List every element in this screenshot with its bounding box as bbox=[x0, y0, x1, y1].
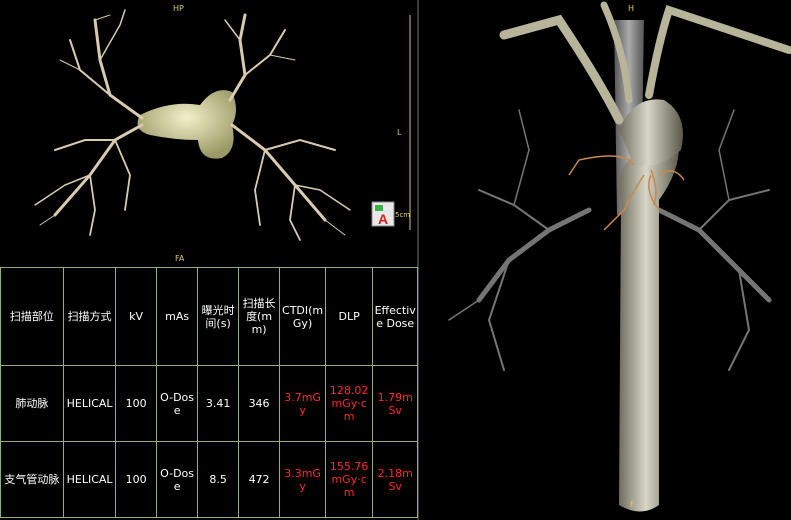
header-mas: mAs bbox=[155, 267, 199, 366]
cell-kv: 100 bbox=[115, 441, 157, 518]
background-lung-vessels bbox=[448, 109, 772, 371]
aorta-render bbox=[448, 1, 791, 512]
scale-label: 5cm bbox=[395, 211, 411, 219]
left-lung-branches bbox=[34, 9, 144, 236]
header-dlp: DLP bbox=[324, 267, 374, 366]
cell-scan-region: 支气管动脉 bbox=[0, 441, 64, 518]
right-lung-branches bbox=[224, 13, 351, 241]
table-header-row: 扫描部位 扫描方式 kV mAs 曝光时间(s) 扫描长度(mm) CTDI(m… bbox=[0, 267, 418, 366]
header-effective-dose: Effective Dose bbox=[372, 267, 418, 366]
header-scan-length: 扫描长度(mm) bbox=[237, 267, 281, 366]
pulmonary-trunk bbox=[137, 90, 236, 159]
cell-scan-mode: HELICAL bbox=[62, 365, 117, 442]
table-row: 支气管动脉 HELICAL 100 O-Dose 8.5 472 3.3mGy … bbox=[0, 441, 418, 518]
dose-report-table: 扫描部位 扫描方式 kV mAs 曝光时间(s) 扫描长度(mm) CTDI(m… bbox=[0, 267, 418, 518]
cell-kv: 100 bbox=[115, 365, 157, 442]
cell-dlp: 128.02mGy·cm bbox=[324, 365, 374, 442]
aorta-3d-viewport[interactable]: H F bbox=[419, 0, 791, 518]
svg-text:A: A bbox=[378, 211, 388, 227]
cell-effective-dose: 2.18mSv bbox=[372, 441, 418, 518]
cell-effective-dose: 1.79mSv bbox=[372, 365, 418, 442]
table-row: 肺动脉 HELICAL 100 O-Dose 3.41 346 3.7mGy 1… bbox=[0, 365, 418, 442]
orientation-label-top: HP bbox=[173, 4, 184, 13]
cell-scan-length: 472 bbox=[237, 441, 281, 518]
cell-exposure-time: 8.5 bbox=[197, 441, 239, 518]
cell-scan-region: 肺动脉 bbox=[0, 365, 64, 442]
dose-report-table-container: 扫描部位 扫描方式 kV mAs 曝光时间(s) 扫描长度(mm) CTDI(m… bbox=[0, 267, 419, 520]
cell-exposure-time: 3.41 bbox=[197, 365, 239, 442]
header-kv: kV bbox=[115, 267, 157, 366]
header-scan-region: 扫描部位 bbox=[0, 267, 64, 366]
orientation-label-top: H bbox=[628, 4, 635, 13]
orientation-label-right: L bbox=[397, 128, 402, 137]
cell-ctdi: 3.3mGy bbox=[279, 441, 326, 518]
orientation-label-bottom: FA bbox=[175, 254, 185, 263]
cell-dlp: 155.76mGy·cm bbox=[324, 441, 374, 518]
header-scan-mode: 扫描方式 bbox=[62, 267, 117, 366]
header-exposure-time: 曝光时间(s) bbox=[197, 267, 239, 366]
cell-mas: O-Dose bbox=[155, 441, 199, 518]
scale-ruler bbox=[409, 15, 411, 230]
lung-3d-viewport[interactable]: A HP FA L 5cm bbox=[0, 0, 417, 265]
header-ctdi: CTDI(mGy) bbox=[279, 267, 326, 366]
orientation-label-bottom: F bbox=[630, 500, 635, 509]
orientation-cube-icon[interactable]: A bbox=[371, 201, 395, 227]
cell-mas: O-Dose bbox=[155, 365, 199, 442]
cell-scan-length: 346 bbox=[237, 365, 281, 442]
cell-ctdi: 3.7mGy bbox=[279, 365, 326, 442]
pulmonary-tree-render: A bbox=[34, 9, 395, 241]
cell-scan-mode: HELICAL bbox=[62, 441, 117, 518]
